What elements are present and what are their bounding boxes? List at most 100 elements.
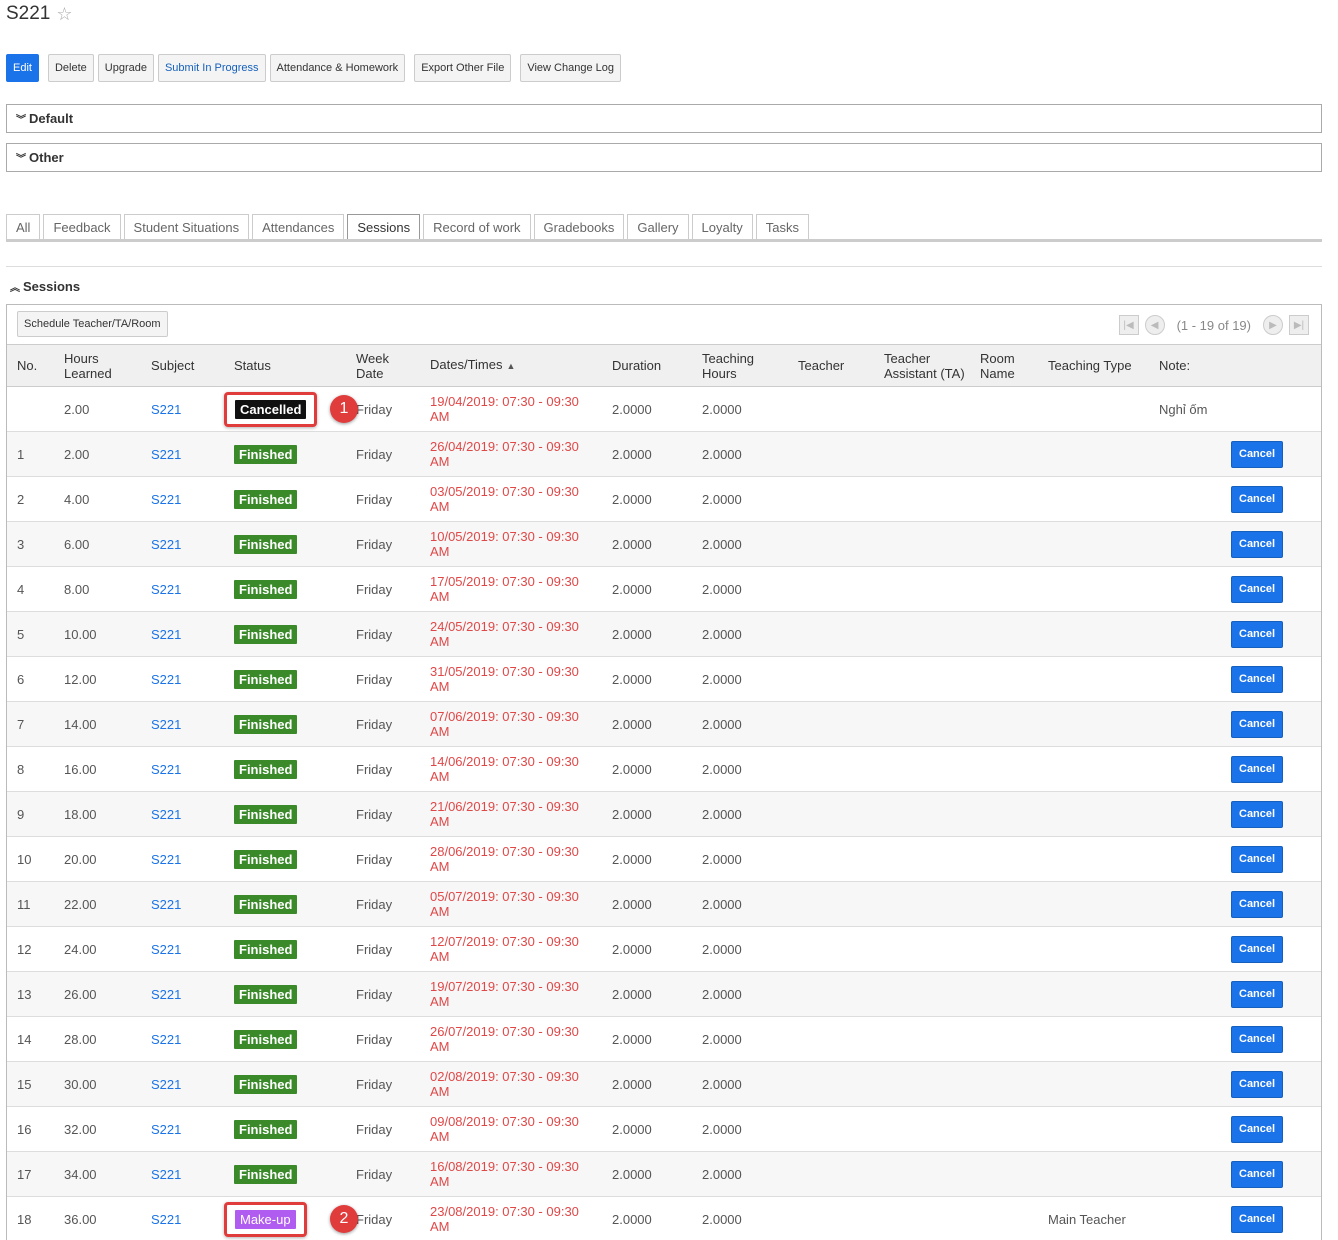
subject-link[interactable]: S221 <box>141 1107 224 1152</box>
cell-hours-learned: 32.00 <box>64 1121 97 1137</box>
cancel-button[interactable]: Cancel <box>1231 1205 1284 1233</box>
column-header-label: Room Name <box>980 350 1015 381</box>
cell-note <box>1149 972 1221 1017</box>
table-row: 2 4.00 S221 Finished Friday 03/05/2019: 07:30… <box>7 477 1321 522</box>
cell-teaching-type <box>1038 657 1149 702</box>
cancel-button[interactable]: Cancel <box>1231 845 1284 873</box>
column-header-dates-times[interactable]: Dates/Times ▲ <box>420 345 602 387</box>
column-header-teaching-type: Teaching Type <box>1038 345 1149 387</box>
subject-link[interactable]: S221 <box>141 657 224 702</box>
subject-link[interactable]: S221 <box>141 567 224 612</box>
tab-loyalty[interactable]: Loyalty <box>691 214 753 239</box>
cancel-button[interactable]: Cancel <box>1231 485 1284 513</box>
tab-sessions[interactable]: Sessions <box>347 214 421 239</box>
cancel-button[interactable]: Cancel <box>1231 800 1284 828</box>
panel-other-label: Other <box>29 150 64 165</box>
cell-note <box>1149 612 1221 657</box>
cancel-button[interactable]: Cancel <box>1231 1070 1284 1098</box>
cancel-button[interactable]: Cancel <box>1231 575 1284 603</box>
cell-actions: Cancel <box>1221 1197 1321 1240</box>
cancel-button[interactable]: Cancel <box>1231 665 1284 693</box>
cancel-button[interactable]: Cancel <box>1231 755 1284 783</box>
next-page-icon[interactable]: ▶ <box>1263 315 1283 335</box>
subject-link[interactable]: S221 <box>141 882 224 927</box>
schedule-teacher-ta-room-button[interactable]: Schedule Teacher/TA/Room <box>17 311 168 337</box>
cell-dates-times: 21/06/2019: 07:30 - 09:30 AM <box>430 799 579 829</box>
tab-gallery[interactable]: Gallery <box>627 214 689 239</box>
subject-link[interactable]: S221 <box>141 432 224 477</box>
subject-link[interactable]: S221 <box>141 837 224 882</box>
table-row: 3 6.00 S221 Finished Friday 10/05/2019: 07:30… <box>7 521 1321 567</box>
status-badge: Finished <box>234 489 298 509</box>
cancel-button[interactable]: Cancel <box>1231 890 1284 918</box>
edit-button[interactable]: Edit <box>6 54 39 82</box>
cell-teacher-assistant <box>874 432 970 477</box>
tab-all[interactable]: All <box>6 214 41 239</box>
cancel-button[interactable]: Cancel <box>1231 620 1284 648</box>
cancel-button[interactable]: Cancel <box>1231 1160 1284 1188</box>
attendance-homework-button[interactable]: Attendance & Homework <box>269 54 406 82</box>
tab-attendances[interactable]: Attendances <box>252 214 345 239</box>
view-change-log-button[interactable]: View Change Log <box>520 54 621 82</box>
prev-page-icon[interactable]: ◀ <box>1144 315 1165 335</box>
panel-other[interactable]: ︾ Other <box>6 143 1322 172</box>
column-header-subject: Subject <box>141 345 224 387</box>
cell-actions: Cancel <box>1221 837 1321 882</box>
sessions-section-header[interactable]: ︽ Sessions <box>10 279 80 294</box>
cell-room-name <box>970 747 1038 792</box>
cell-dates-times: 26/04/2019: 07:30 - 09:30 AM <box>430 439 579 469</box>
cell-teaching-type <box>1038 1017 1149 1062</box>
upgrade-button[interactable]: Upgrade <box>97 54 154 82</box>
cell-teacher <box>788 1107 874 1152</box>
tab-tasks[interactable]: Tasks <box>755 214 809 239</box>
subject-link[interactable]: S221 <box>141 477 224 522</box>
subject-link[interactable]: S221 <box>141 1017 224 1062</box>
subject-link[interactable]: S221 <box>141 702 224 747</box>
cancel-button[interactable]: Cancel <box>1231 980 1284 1008</box>
cell-week-date: Friday <box>356 1076 393 1092</box>
cell-teaching-hours: 2.0000 <box>702 1031 742 1047</box>
panel-default[interactable]: ︾ Default <box>6 104 1322 133</box>
table-row: 13 26.00 S221 Finished Friday 19/07/2019: 07:… <box>7 971 1321 1017</box>
tab-record-of-work[interactable]: Record of work <box>423 214 531 239</box>
export-other-file-button[interactable]: Export Other File <box>414 54 512 82</box>
subject-link[interactable]: S221 <box>141 522 224 567</box>
cancel-button[interactable]: Cancel <box>1231 530 1284 558</box>
cell-dates-times: 03/05/2019: 07:30 - 09:30 AM <box>430 484 579 514</box>
subject-link[interactable]: S221 <box>141 612 224 657</box>
cell-teacher <box>788 1152 874 1197</box>
cell-hours-learned: 8.00 <box>64 581 90 597</box>
cell-week-date: Friday <box>356 986 393 1002</box>
submit-in-progress-button[interactable]: Submit In Progress <box>157 54 266 82</box>
subject-link[interactable]: S221 <box>141 1197 224 1240</box>
subject-link[interactable]: S221 <box>141 1152 224 1197</box>
cell-teaching-hours: 2.0000 <box>702 446 742 462</box>
subject-link[interactable]: S221 <box>141 1062 224 1107</box>
cell-teacher <box>788 1062 874 1107</box>
subject-link[interactable]: S221 <box>141 792 224 837</box>
cancel-button[interactable]: Cancel <box>1231 935 1284 963</box>
first-page-icon[interactable]: |◀ <box>1118 315 1139 335</box>
cancel-button[interactable]: Cancel <box>1231 710 1284 738</box>
subject-link[interactable]: S221 <box>141 387 224 432</box>
table-row: 17 34.00 S221 Finished Friday 16/08/2019: 07:… <box>7 1151 1321 1197</box>
cell-teaching-hours: 2.0000 <box>702 491 742 507</box>
tab-gradebooks[interactable]: Gradebooks <box>533 214 625 239</box>
cancel-button[interactable]: Cancel <box>1231 440 1284 468</box>
subject-link[interactable]: S221 <box>141 747 224 792</box>
subject-link[interactable]: S221 <box>141 927 224 972</box>
cell-week-date: Friday <box>356 671 393 687</box>
last-page-icon[interactable]: ▶| <box>1289 315 1309 335</box>
cancel-button[interactable]: Cancel <box>1231 1025 1284 1053</box>
tab-student-situations[interactable]: Student Situations <box>123 214 250 239</box>
status-badge: Finished <box>234 624 298 644</box>
sort-icon[interactable]: ▲ <box>506 361 515 371</box>
star-icon[interactable]: ☆ <box>56 4 72 25</box>
table-row: 16 32.00 S221 Finished Friday 09/08/2019: 07:… <box>7 1107 1321 1152</box>
cancel-button[interactable]: Cancel <box>1231 1115 1284 1143</box>
subject-link[interactable]: S221 <box>141 972 224 1017</box>
cell-actions: Cancel <box>1221 702 1321 747</box>
delete-button[interactable]: Delete <box>47 54 94 82</box>
tab-feedback[interactable]: Feedback <box>43 214 121 239</box>
cell-status: Finished <box>224 522 346 567</box>
